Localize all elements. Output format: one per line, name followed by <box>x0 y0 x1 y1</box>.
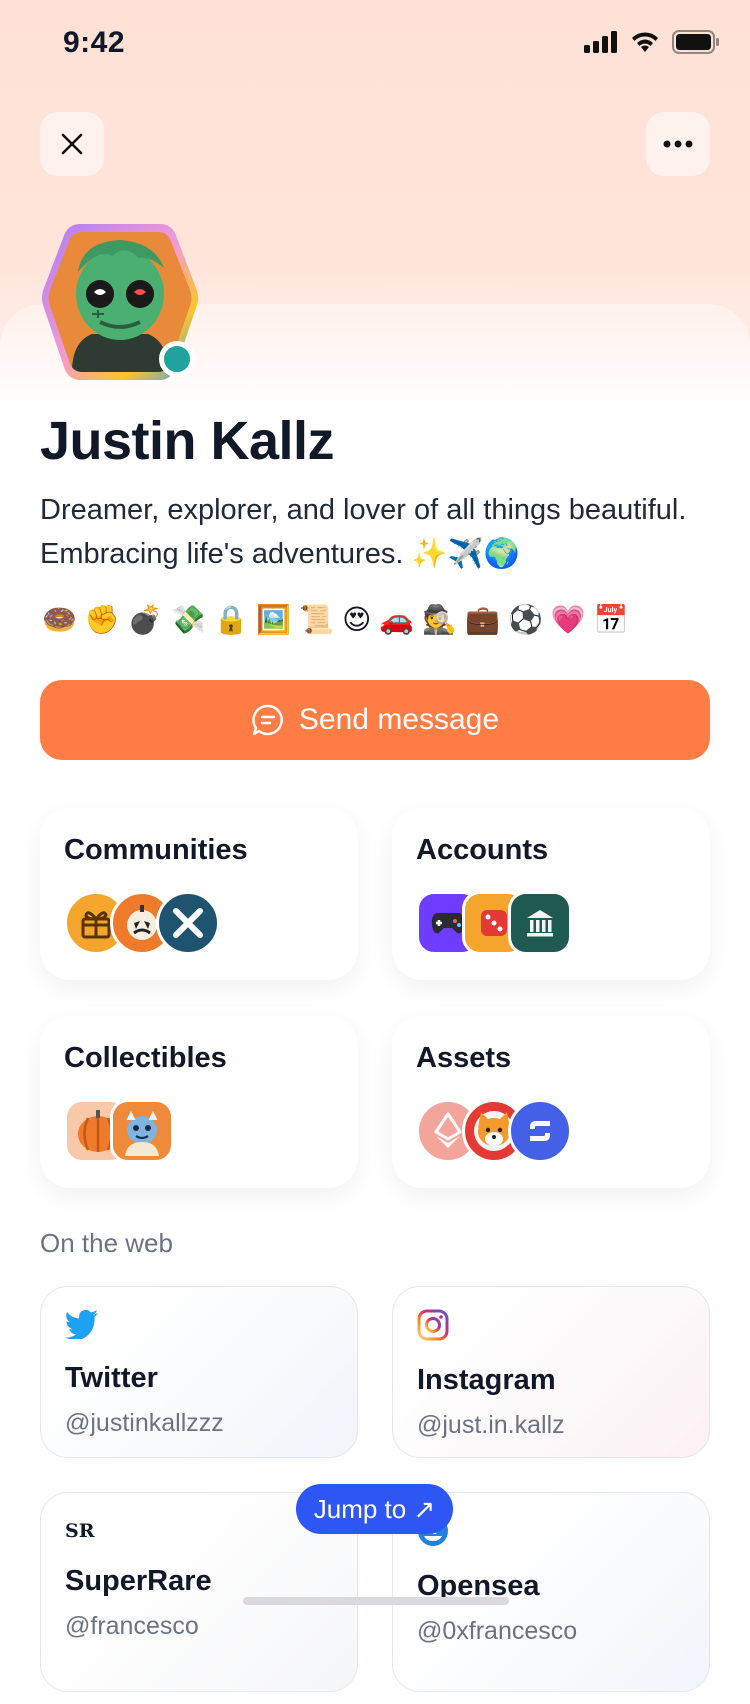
emoji-badge[interactable]: 🔒 <box>214 603 249 636</box>
accounts-card[interactable]: Accounts <box>392 808 710 980</box>
instagram-icon <box>417 1309 449 1341</box>
solana-icon <box>508 1099 572 1163</box>
profile-name: Justin Kallz <box>40 411 335 471</box>
send-message-button[interactable]: Send message <box>40 680 710 760</box>
emoji-badge[interactable]: ✊ <box>85 603 120 636</box>
emoji-badge[interactable]: 🖼️ <box>256 603 291 636</box>
instagram-card[interactable]: Instagram @just.in.kallz <box>392 1286 710 1458</box>
emoji-badge[interactable]: ⚽ <box>508 603 543 636</box>
profile-bio: Dreamer, explorer, and lover of all thin… <box>40 494 687 570</box>
chat-bubble-icon <box>252 704 283 736</box>
assets-title: Assets <box>416 1042 512 1074</box>
emoji-badge[interactable]: 💗 <box>551 603 586 636</box>
jump-to-button[interactable]: Jump to ↗ <box>296 1484 453 1534</box>
more-dots-icon <box>663 140 693 148</box>
emoji-badge[interactable]: 📅 <box>594 603 629 636</box>
emoji-badge[interactable]: 📜 <box>299 603 334 636</box>
home-indicator[interactable] <box>243 1597 509 1605</box>
status-time: 9:42 <box>63 26 126 59</box>
emoji-badge[interactable]: 🍩 <box>42 603 77 636</box>
jump-to-label: Jump to ↗ <box>313 1493 436 1524</box>
emoji-badge[interactable]: 💣 <box>128 603 163 636</box>
avatar[interactable] <box>42 222 198 384</box>
instagram-name: Instagram <box>417 1364 556 1396</box>
emoji-badge[interactable]: 💸 <box>171 603 206 636</box>
close-icon <box>61 133 83 155</box>
twitter-name: Twitter <box>65 1362 158 1394</box>
superrare-handle: @francesco <box>65 1612 199 1640</box>
collectibles-card[interactable]: Collectibles <box>40 1016 358 1188</box>
emoji-badge[interactable]: 💼 <box>465 603 500 636</box>
twitter-icon <box>65 1309 98 1340</box>
communities-title: Communities <box>64 834 248 866</box>
x-logo-icon <box>156 891 220 955</box>
superrare-icon: SR <box>65 1520 95 1542</box>
status-icons <box>584 30 720 54</box>
twitter-card[interactable]: Twitter @justinkallzzz <box>40 1286 358 1458</box>
online-status-dot <box>159 341 195 377</box>
wifi-icon <box>632 32 658 52</box>
twitter-handle: @justinkallzzz <box>65 1409 224 1437</box>
opensea-handle: @0xfrancesco <box>417 1617 578 1645</box>
collectibles-title: Collectibles <box>64 1042 227 1074</box>
more-options-button[interactable] <box>646 112 710 176</box>
cellular-signal-icon <box>584 31 617 53</box>
communities-card[interactable]: Communities <box>40 808 358 980</box>
bank-icon <box>508 891 572 955</box>
close-button[interactable] <box>40 112 104 176</box>
emoji-badge[interactable]: 😍 <box>342 603 371 636</box>
assets-card[interactable]: Assets <box>392 1016 710 1188</box>
instagram-handle: @just.in.kallz <box>417 1411 565 1439</box>
emoji-badge[interactable]: 🕵️ <box>422 603 457 636</box>
accounts-title: Accounts <box>416 834 549 866</box>
emoji-row: 🍩 ✊ 💣 💸 🔒 🖼️ 📜 😍 🚗 🕵️ 💼 ⚽ 💗 📅 <box>42 603 629 636</box>
on-the-web-label: On the web <box>40 1228 173 1258</box>
superrare-name: SuperRare <box>65 1565 212 1597</box>
monster-nft-icon <box>110 1099 174 1163</box>
emoji-badge[interactable]: 🚗 <box>379 603 414 636</box>
battery-icon <box>672 30 719 54</box>
send-message-label: Send message <box>298 703 500 736</box>
